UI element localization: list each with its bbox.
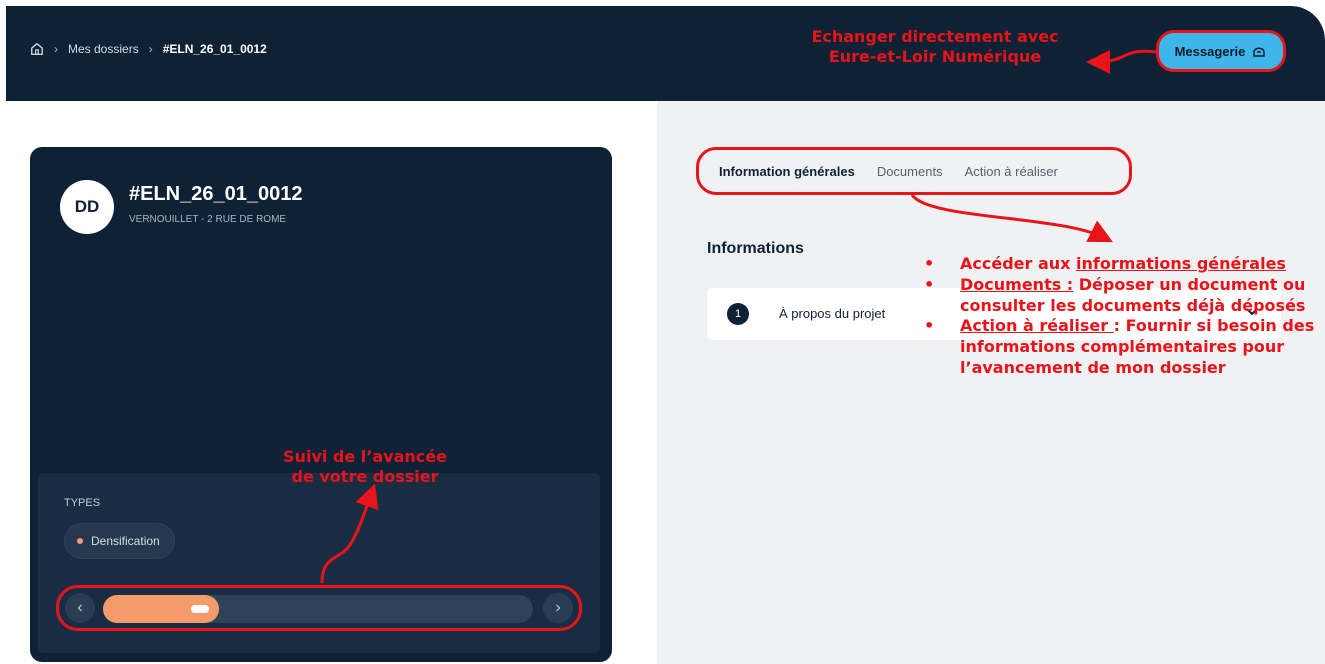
breadcrumb-separator-icon: › [54,42,58,56]
types-panel: TYPES Densification ‹ › [38,473,600,653]
annotation-line: Suivi de l’avancée [283,447,447,466]
tab-documents[interactable]: Documents [877,164,943,179]
annotation-line: Eure-et-Loir Numérique [828,47,1042,66]
tab-action-a-realiser[interactable]: Action à réaliser [965,164,1058,179]
types-label: TYPES [64,497,101,509]
annotation-bullet: Documents : Déposer un document ou consu… [920,275,1325,317]
progress-handle[interactable] [191,605,209,613]
chevron-left-icon[interactable]: ‹ [65,593,95,623]
dot-icon [77,538,83,544]
tab-information-generales[interactable]: Information générales [719,164,855,179]
chevron-right-icon[interactable]: › [543,593,573,623]
annotation-line: Echanger directement avec [811,27,1059,46]
chat-bubble-icon [1253,47,1266,57]
messagerie-label: Messagerie [1174,43,1246,59]
section-title: Informations [707,240,804,257]
bullet-text: Accéder aux [960,254,1077,273]
breadcrumb: › Mes dossiers › #ELN_26_01_0012 [30,42,267,56]
home-icon[interactable] [30,42,44,56]
bullet-link-text: Documents : [960,274,1074,294]
dossier-id: #ELN_26_01_0012 [129,183,303,205]
annotation-bullets: Accéder aux informations générales Docum… [920,254,1325,379]
top-bar: › Mes dossiers › #ELN_26_01_0012 [6,6,1325,101]
annotation-bullet: Accéder aux informations générales [920,254,1325,275]
annotation-messagerie: Echanger directement avec Eure-et-Loir N… [775,27,1095,67]
breadcrumb-item-mes-dossiers[interactable]: Mes dossiers [68,42,139,56]
progress-slider: ‹ › [56,585,582,631]
avatar: DD [60,180,114,234]
type-chip: Densification [64,523,175,559]
annotation-progress: Suivi de l’avancée de votre dossier [252,447,478,487]
accordion-title: À propos du projet [779,306,886,321]
tab-bar: Information générales Documents Action à… [696,147,1132,195]
dossier-card: DD #ELN_26_01_0012 VERNOUILLET - 2 RUE D… [30,147,612,662]
step-number-badge: 1 [727,303,749,325]
dossier-address: VERNOUILLET - 2 RUE DE ROME [129,214,287,225]
messagerie-button[interactable]: Messagerie [1156,30,1286,72]
progress-track[interactable] [103,595,533,623]
bullet-link-text: Action à réaliser [960,316,1114,336]
annotation-line: de votre dossier [291,467,439,486]
bullet-link-text: informations générales [1076,254,1286,273]
breadcrumb-separator-icon: › [148,42,153,56]
annotation-bullet: Action à réaliser : Fournir si besoin de… [920,316,1325,378]
type-chip-label: Densification [91,534,160,548]
breadcrumb-item-current: #ELN_26_01_0012 [162,42,267,56]
